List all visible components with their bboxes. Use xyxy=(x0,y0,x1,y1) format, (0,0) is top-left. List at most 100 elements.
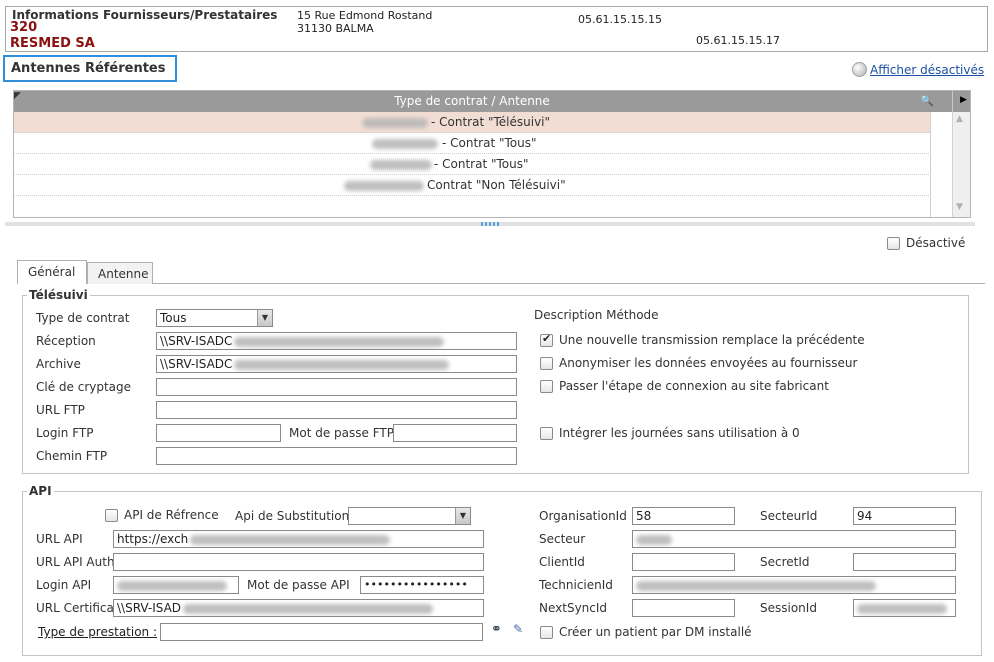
expand-arrow-icon[interactable]: ▶ xyxy=(960,95,967,105)
cle-cryptage-input[interactable] xyxy=(156,378,517,396)
cle-cryptage-label: Clé de cryptage xyxy=(36,380,132,394)
search-icon[interactable]: 🔍 xyxy=(920,94,934,107)
mdp-ftp-input[interactable] xyxy=(393,424,517,442)
option-checkbox[interactable] xyxy=(540,426,553,440)
option-integrer-journees[interactable]: Intégrer les journées sans utilisation à… xyxy=(540,426,800,440)
secret-id-input[interactable] xyxy=(853,553,956,571)
url-certificat-label: URL Certificat xyxy=(36,601,113,615)
type-prestation-link[interactable]: Type de prestation : xyxy=(38,625,157,639)
creer-patient-checkbox-row[interactable]: Créer un patient par DM installé xyxy=(540,625,752,639)
redacted-text xyxy=(344,180,424,191)
supplier-address-line2: 31130 BALMA xyxy=(297,22,374,35)
api-reference-checkbox-row[interactable]: API de Réfrence xyxy=(105,508,219,522)
url-certificat-input[interactable]: \\SRV-ISAD xyxy=(113,599,484,617)
type-contrat-select[interactable]: Tous ▼ xyxy=(156,309,273,327)
supplier-phone: 05.61.15.15.15 xyxy=(578,13,662,26)
redacted-text xyxy=(183,603,434,614)
archive-label: Archive xyxy=(36,357,81,371)
option-anonymiser[interactable]: Anonymiser les données envoyées au fourn… xyxy=(540,356,857,370)
antennes-section-title: Antennes Référentes xyxy=(3,55,177,82)
grid-row-label: - Contrat "Télésuivi" xyxy=(431,115,551,129)
supplier-fax: 05.61.15.15.17 xyxy=(696,34,780,47)
next-sync-id-input[interactable] xyxy=(632,599,735,617)
option-checkbox[interactable] xyxy=(540,332,553,347)
binoculars-icon[interactable]: ⚭ xyxy=(491,622,502,637)
client-id-label: ClientId xyxy=(539,555,585,569)
redacted-text xyxy=(636,580,876,591)
chemin-ftp-input[interactable] xyxy=(156,447,517,465)
secret-id-label: SecretId xyxy=(760,555,810,569)
api-substitution-label: Api de Substitution xyxy=(235,509,350,523)
redacted-text xyxy=(234,359,450,370)
organisation-id-input[interactable]: 58 xyxy=(632,507,735,525)
api-reference-checkbox[interactable] xyxy=(105,508,118,522)
show-disabled-link[interactable]: Afficher désactivés xyxy=(870,63,984,77)
session-id-input[interactable] xyxy=(853,599,956,617)
chemin-ftp-label: Chemin FTP xyxy=(36,449,108,463)
option-checkbox[interactable] xyxy=(540,379,553,393)
login-api-input[interactable] xyxy=(113,576,239,594)
login-api-label: Login API xyxy=(36,578,92,592)
grid-row[interactable]: - Contrat "Tous" xyxy=(14,154,931,175)
eraser-icon[interactable]: ✎ xyxy=(513,622,523,636)
grid-header: ◤ Type de contrat / Antenne 🔍 ▶ xyxy=(14,91,970,112)
column-header-contract[interactable]: Type de contrat / Antenne xyxy=(14,94,930,108)
client-id-input[interactable] xyxy=(632,553,735,571)
next-sync-id-label: NextSyncId xyxy=(539,601,608,615)
url-ftp-input[interactable] xyxy=(156,401,517,419)
secteur-id-input[interactable]: 94 xyxy=(853,507,956,525)
creer-patient-checkbox[interactable] xyxy=(540,625,553,639)
technicien-id-input[interactable] xyxy=(632,576,956,594)
telesuivi-legend: Télésuivi xyxy=(27,288,90,302)
mdp-api-input[interactable]: •••••••••••••••• xyxy=(360,576,484,594)
technicien-id-label: TechnicienId xyxy=(539,578,613,592)
redacted-text xyxy=(857,603,947,614)
scroll-up-icon[interactable]: ▲ xyxy=(956,114,963,124)
grid-row-label: - Contrat "Tous" xyxy=(434,157,529,171)
secteur-input[interactable] xyxy=(632,530,956,548)
organisation-id-label: OrganisationId xyxy=(539,509,627,523)
grid-splitter[interactable] xyxy=(5,222,975,226)
antennes-grid: ◤ Type de contrat / Antenne 🔍 ▶ - Contra… xyxy=(13,90,971,218)
grid-row[interactable]: - Contrat "Télésuivi" xyxy=(14,112,931,133)
desactive-label: Désactivé xyxy=(906,236,966,250)
url-ftp-label: URL FTP xyxy=(36,403,85,417)
desactive-checkbox[interactable] xyxy=(887,236,900,250)
option-passer-connexion[interactable]: Passer l'étape de connexion au site fabr… xyxy=(540,379,829,393)
redacted-text xyxy=(362,117,428,128)
archive-input[interactable]: \\SRV-ISADC xyxy=(156,355,517,373)
redacted-text xyxy=(636,534,672,545)
supplier-name: RESMED SA xyxy=(10,36,95,51)
grid-row[interactable]: - Contrat "Tous" xyxy=(14,133,931,154)
grid-row-label: Contrat "Non Télésuivi" xyxy=(427,178,566,192)
grid-scrollbar[interactable]: ▲ ▼ xyxy=(952,112,970,217)
redacted-text xyxy=(190,534,391,545)
url-api-input[interactable]: https://exch xyxy=(113,530,484,548)
tab-general[interactable]: Général xyxy=(17,260,87,284)
supplier-address-line1: 15 Rue Edmond Rostand xyxy=(297,9,433,22)
radio-icon[interactable] xyxy=(852,62,867,77)
dropdown-arrow-icon[interactable]: ▼ xyxy=(455,508,470,524)
supplier-info-panel: Informations Fournisseurs/Prestataires 3… xyxy=(5,6,988,52)
login-ftp-input[interactable] xyxy=(156,424,281,442)
url-api-auth-input[interactable] xyxy=(113,553,484,571)
dropdown-arrow-icon[interactable]: ▼ xyxy=(257,310,272,326)
supplier-code: 320 xyxy=(10,20,38,35)
description-methode-label: Description Méthode xyxy=(534,308,659,322)
mdp-ftp-label: Mot de passe FTP xyxy=(289,426,394,440)
option-remplace-precedente[interactable]: Une nouvelle transmission remplace la pr… xyxy=(540,332,865,347)
reception-input[interactable]: \\SRV-ISADC xyxy=(156,332,517,350)
redacted-text xyxy=(234,336,445,347)
option-checkbox[interactable] xyxy=(540,356,553,370)
url-api-auth-label: URL API Auth xyxy=(36,555,115,569)
api-substitution-select[interactable]: ▼ xyxy=(348,507,471,525)
api-legend: API xyxy=(27,484,54,498)
tab-antenne[interactable]: Antenne xyxy=(87,262,153,284)
scroll-down-icon[interactable]: ▼ xyxy=(956,202,963,212)
desactive-checkbox-row[interactable]: Désactivé xyxy=(887,236,965,250)
type-contrat-label: Type de contrat xyxy=(36,311,130,325)
grid-row[interactable]: Contrat "Non Télésuivi" xyxy=(14,175,931,196)
show-disabled-toggle[interactable]: Afficher désactivés xyxy=(852,62,984,77)
type-prestation-input[interactable] xyxy=(160,623,483,641)
splitter-grip[interactable] xyxy=(481,222,501,226)
